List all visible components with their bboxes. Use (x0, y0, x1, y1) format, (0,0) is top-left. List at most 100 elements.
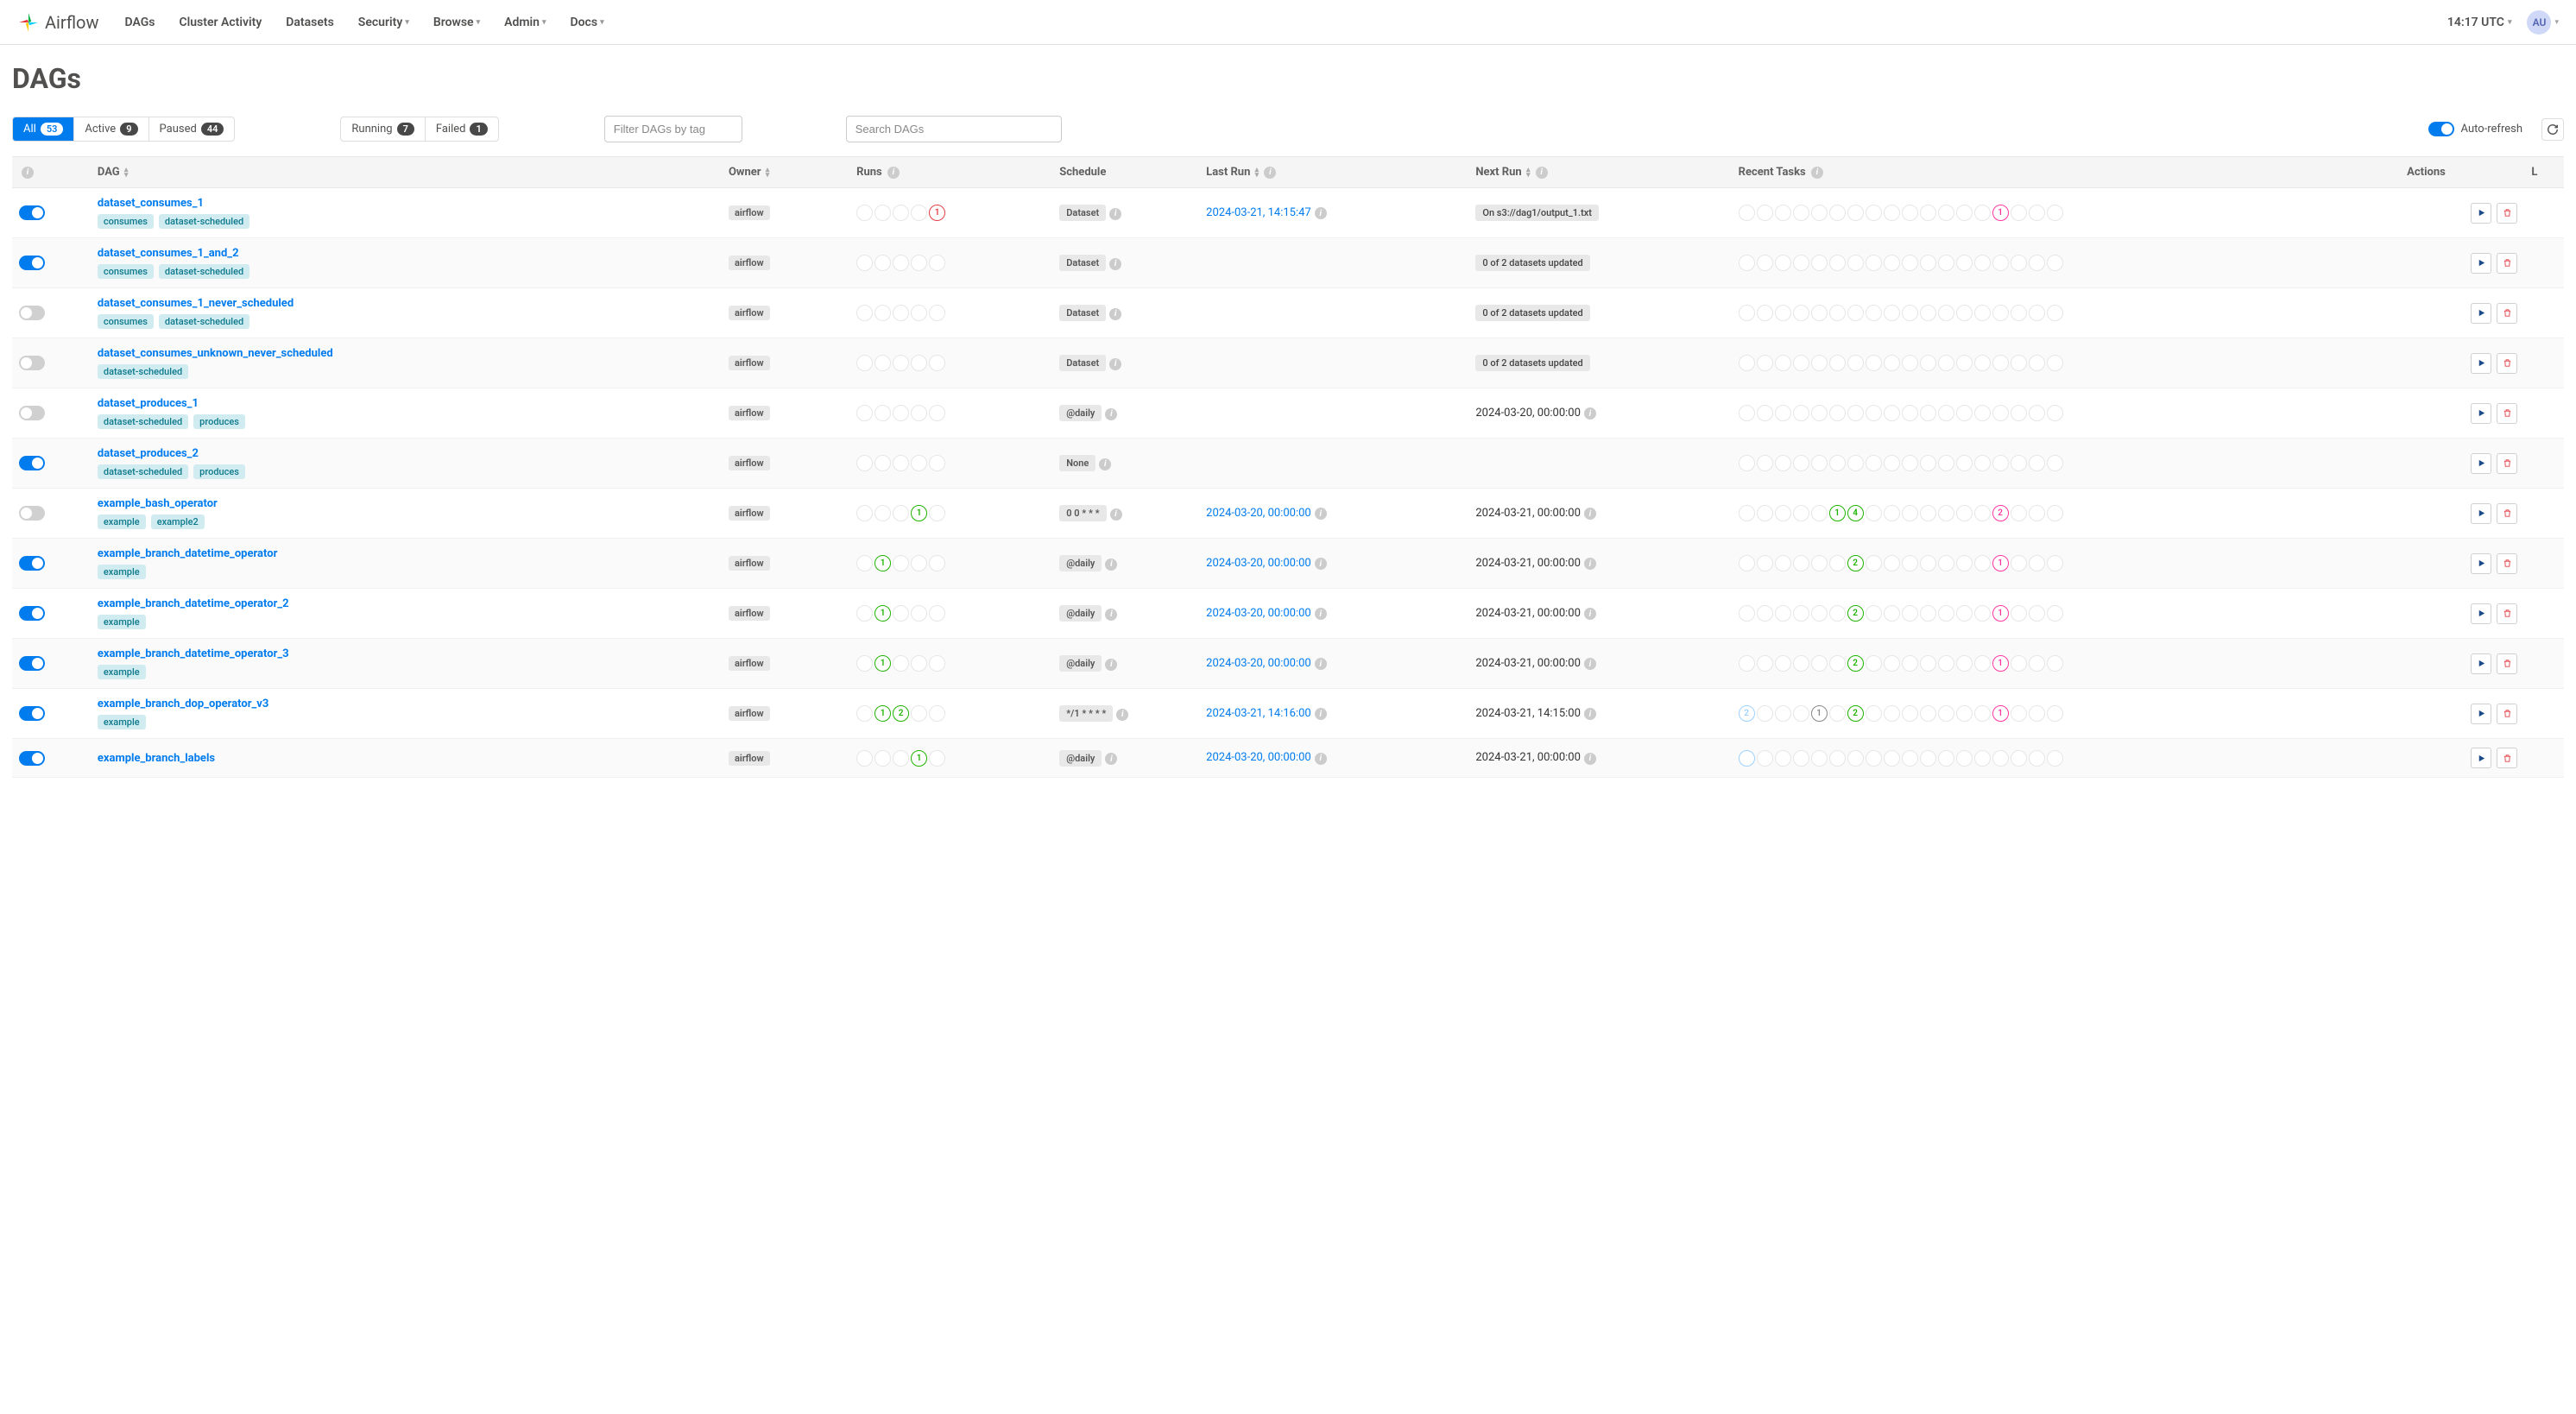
run-status-circle[interactable] (911, 555, 927, 571)
dag-tag[interactable]: dataset-scheduled (98, 364, 188, 379)
avatar[interactable]: AU (2527, 10, 2551, 35)
task-status-circle[interactable] (1956, 305, 1973, 321)
dag-tag[interactable]: dataset-scheduled (159, 214, 249, 229)
filter-tag-input[interactable] (604, 116, 742, 142)
run-status-circle[interactable] (893, 555, 909, 571)
schedule-badge[interactable]: Dataset (1059, 305, 1106, 321)
dag-tag[interactable]: consumes (98, 264, 154, 279)
dag-tag[interactable]: dataset-scheduled (98, 464, 188, 479)
task-status-circle[interactable] (1793, 605, 1809, 622)
task-status-circle[interactable] (1920, 305, 1936, 321)
task-status-circle[interactable] (1992, 405, 2009, 421)
task-status-circle[interactable] (1793, 355, 1809, 371)
task-status-circle[interactable] (1829, 655, 1846, 672)
task-status-circle[interactable] (1829, 455, 1846, 471)
task-status-circle[interactable] (1829, 255, 1846, 271)
dag-tag[interactable]: dataset-scheduled (159, 264, 249, 279)
task-status-circle[interactable] (2029, 505, 2045, 521)
task-status-circle[interactable] (1902, 750, 1918, 767)
run-status-circle[interactable] (911, 605, 927, 622)
run-status-circle[interactable]: 1 (874, 655, 891, 672)
auto-refresh-toggle[interactable] (2428, 122, 2454, 136)
task-status-circle[interactable] (1956, 455, 1973, 471)
schedule-badge[interactable]: Dataset (1059, 355, 1106, 371)
dag-tag[interactable]: example (98, 665, 146, 679)
task-status-circle[interactable] (1739, 750, 1755, 767)
run-status-circle[interactable] (929, 405, 945, 421)
task-status-circle[interactable] (2011, 605, 2027, 622)
task-status-circle[interactable] (1757, 555, 1773, 571)
dag-name-link[interactable]: dataset_produces_2 (98, 447, 199, 460)
dag-enable-toggle[interactable] (19, 456, 45, 470)
run-status-circle[interactable] (893, 505, 909, 521)
run-status-circle[interactable] (856, 355, 873, 371)
dag-tag[interactable]: consumes (98, 214, 154, 229)
task-status-circle[interactable]: 1 (1992, 205, 2009, 221)
run-status-circle[interactable] (911, 305, 927, 321)
task-status-circle[interactable] (1847, 405, 1864, 421)
dag-name-link[interactable]: example_branch_datetime_operator_3 (98, 647, 289, 660)
trigger-dag-button[interactable] (2471, 748, 2491, 768)
task-status-circle[interactable] (1829, 555, 1846, 571)
task-status-circle[interactable] (1974, 750, 1991, 767)
task-status-circle[interactable] (1938, 705, 1954, 722)
dag-tag[interactable]: example2 (151, 514, 205, 529)
dag-name-link[interactable]: dataset_consumes_unknown_never_scheduled (98, 347, 333, 360)
task-status-circle[interactable] (1793, 750, 1809, 767)
task-status-circle[interactable] (1956, 355, 1973, 371)
trigger-dag-button[interactable] (2471, 203, 2491, 224)
run-status-circle[interactable] (929, 355, 945, 371)
task-status-circle[interactable] (1866, 255, 1882, 271)
task-status-circle[interactable] (1956, 205, 1973, 221)
task-status-circle[interactable] (1974, 705, 1991, 722)
task-status-circle[interactable] (1829, 355, 1846, 371)
task-status-circle[interactable] (1811, 355, 1828, 371)
dag-tag[interactable]: dataset-scheduled (159, 314, 249, 329)
task-status-circle[interactable] (1739, 405, 1755, 421)
task-status-circle[interactable] (2047, 555, 2063, 571)
task-status-circle[interactable] (1902, 555, 1918, 571)
task-status-circle[interactable] (1920, 705, 1936, 722)
task-status-circle[interactable] (1793, 555, 1809, 571)
task-status-circle[interactable] (1902, 205, 1918, 221)
dag-enable-toggle[interactable] (19, 205, 45, 220)
run-status-circle[interactable] (874, 355, 891, 371)
task-status-circle[interactable] (1793, 455, 1809, 471)
task-status-circle[interactable] (1739, 205, 1755, 221)
schedule-badge[interactable]: Dataset (1059, 205, 1106, 221)
task-status-circle[interactable] (1775, 605, 1791, 622)
task-status-circle[interactable] (1884, 555, 1900, 571)
dag-name-link[interactable]: dataset_consumes_1_never_scheduled (98, 297, 294, 310)
task-status-circle[interactable] (1974, 455, 1991, 471)
last-run-link[interactable]: 2024-03-20, 00:00:00 (1206, 607, 1311, 620)
task-status-circle[interactable] (1974, 305, 1991, 321)
delete-dag-button[interactable] (2497, 353, 2517, 374)
task-status-circle[interactable] (1920, 505, 1936, 521)
dag-enable-toggle[interactable] (19, 306, 45, 320)
header-dag[interactable]: DAG ▴▾ (91, 157, 722, 188)
task-status-circle[interactable] (1866, 505, 1882, 521)
task-status-circle[interactable] (1775, 355, 1791, 371)
task-status-circle[interactable] (2011, 750, 2027, 767)
nav-security[interactable]: Security▾ (358, 16, 409, 29)
run-status-circle[interactable] (911, 255, 927, 271)
dag-name-link[interactable]: example_branch_datetime_operator_2 (98, 597, 289, 610)
nav-cluster-activity[interactable]: Cluster Activity (179, 16, 262, 29)
task-status-circle[interactable] (1811, 205, 1828, 221)
run-status-circle[interactable]: 1 (929, 205, 945, 221)
task-status-circle[interactable] (1757, 455, 1773, 471)
run-status-circle[interactable] (911, 655, 927, 672)
schedule-badge[interactable]: Dataset (1059, 255, 1106, 271)
task-status-circle[interactable] (1938, 455, 1954, 471)
header-next-run[interactable]: Next Run ▴▾ i (1468, 157, 1731, 188)
task-status-circle[interactable] (1884, 405, 1900, 421)
task-status-circle[interactable] (1811, 605, 1828, 622)
task-status-circle[interactable] (1992, 305, 2009, 321)
task-status-circle[interactable] (1829, 705, 1846, 722)
task-status-circle[interactable] (1956, 555, 1973, 571)
task-status-circle[interactable] (1956, 255, 1973, 271)
task-status-circle[interactable] (1956, 750, 1973, 767)
task-status-circle[interactable] (1757, 255, 1773, 271)
dag-name-link[interactable]: example_branch_datetime_operator (98, 547, 277, 560)
task-status-circle[interactable] (1992, 255, 2009, 271)
